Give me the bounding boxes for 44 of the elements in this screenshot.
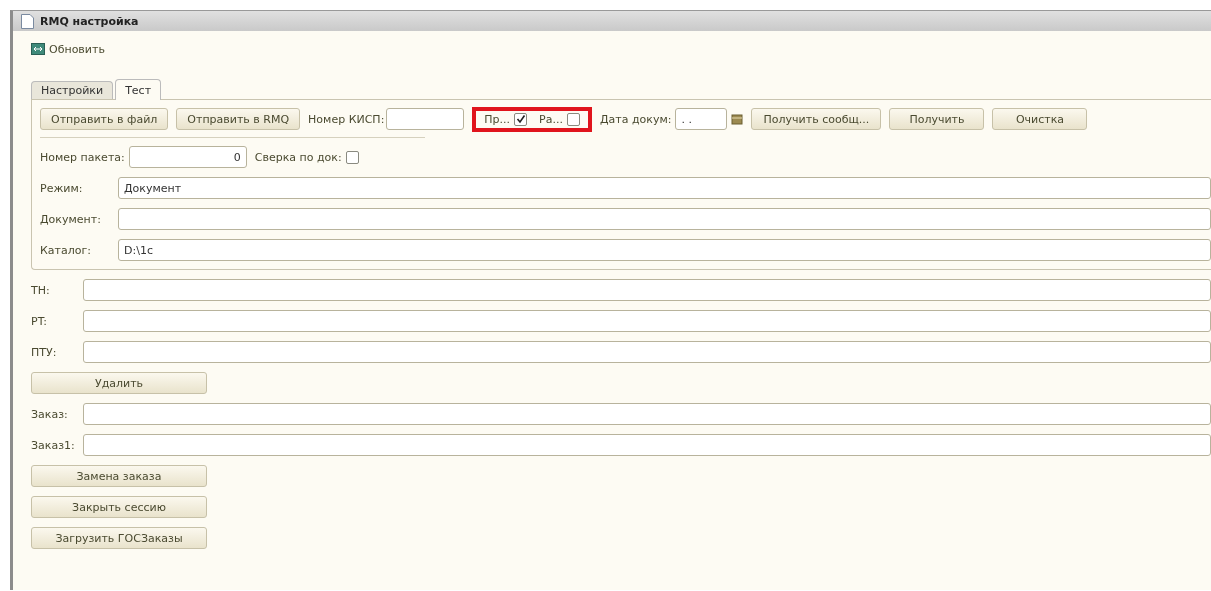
input-field[interactable]: Документ <box>118 177 1211 199</box>
action-button[interactable]: Загрузить ГОСЗаказы <box>31 527 207 549</box>
input-field[interactable] <box>83 434 1211 456</box>
window-title: RMQ настройка <box>40 14 139 28</box>
input-field[interactable] <box>83 403 1211 425</box>
document-icon <box>21 13 34 29</box>
checkbox[interactable] <box>514 112 528 126</box>
tab[interactable]: Тест <box>115 79 162 100</box>
field-label: Дата докум: <box>599 112 672 126</box>
action-button[interactable]: Очистка <box>992 108 1088 130</box>
field-label: Номер пакета: <box>40 150 125 164</box>
action-button[interactable]: Отправить в RMQ <box>176 108 301 130</box>
tab[interactable]: Настройки <box>31 81 114 99</box>
action-button[interactable]: Удалить <box>31 372 207 394</box>
field-label: Каталог: <box>40 243 92 257</box>
field-label: Номер КИСП: <box>308 112 385 126</box>
action-button[interactable]: Получить сообщ... <box>751 108 882 130</box>
input-field[interactable] <box>83 310 1211 332</box>
input-field[interactable] <box>386 108 465 130</box>
checkbox[interactable] <box>566 112 580 126</box>
calendar-icon[interactable] <box>731 113 744 125</box>
action-button[interactable]: Замена заказа <box>31 465 207 487</box>
checkbox[interactable] <box>345 150 359 164</box>
checkbox-label: Сверка по док: <box>254 150 342 164</box>
input-field[interactable]: . . <box>675 108 728 130</box>
checkbox-label: Ра... <box>539 112 563 126</box>
checkbox-label: Пр... <box>484 112 511 126</box>
field-label: PT: <box>31 314 48 328</box>
action-button[interactable]: Закрыть сессию <box>31 496 207 518</box>
action-button[interactable]: Отправить в файл <box>40 108 169 130</box>
field-label: Заказ1: <box>31 438 76 452</box>
input-field[interactable] <box>118 208 1211 230</box>
refresh-icon[interactable] <box>31 43 45 55</box>
field-label: Заказ: <box>31 407 69 421</box>
field-label: Режим: <box>40 181 84 195</box>
input-field[interactable]: D:\1c <box>118 239 1211 261</box>
input-field[interactable] <box>83 279 1211 301</box>
refresh-button[interactable]: Обновить <box>49 42 105 56</box>
field-label: Документ: <box>40 212 102 226</box>
action-button[interactable]: Получить <box>889 108 985 130</box>
input-field[interactable] <box>83 341 1211 363</box>
field-label: TH: <box>31 283 51 297</box>
field-label: ПТУ: <box>31 345 58 359</box>
input-field[interactable]: 0 <box>128 146 247 168</box>
